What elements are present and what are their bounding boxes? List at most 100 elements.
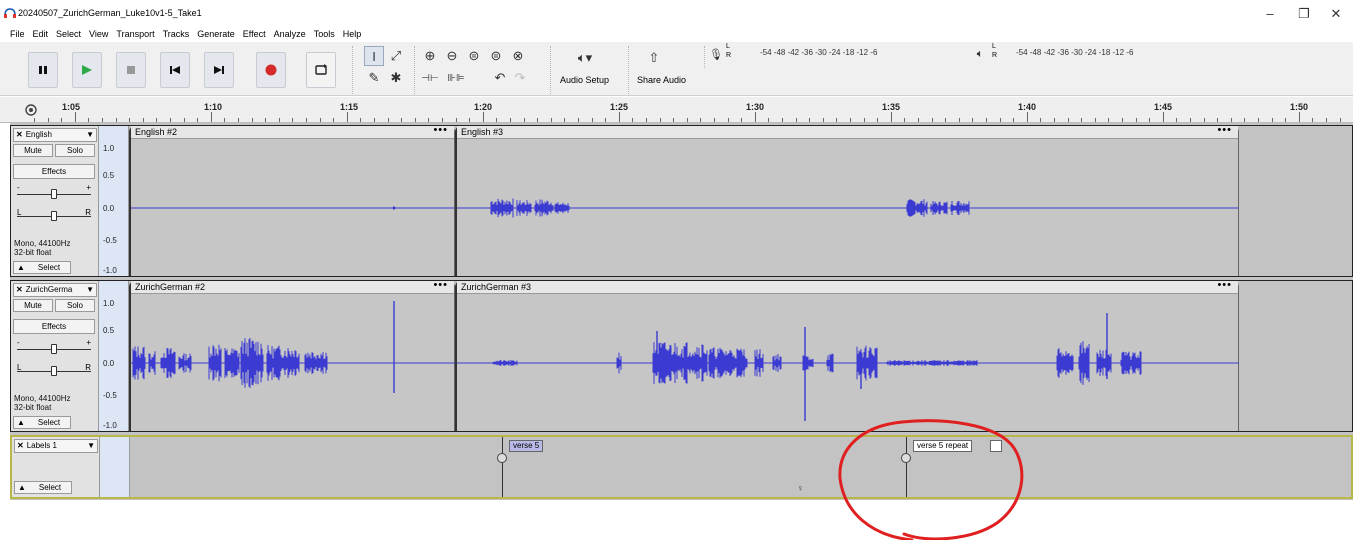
record-meter-scale[interactable]: -54 -48 -42 -36 -30 -24 -18 -12 -6 xyxy=(760,48,877,57)
track-name-menu[interactable]: ✕ ZurichGerma ▼ xyxy=(13,283,97,297)
draw-tool-button[interactable]: ✎ xyxy=(364,68,384,88)
select-track-button[interactable]: ▲ Select xyxy=(13,261,71,274)
zoom-out-button[interactable]: ⊖ xyxy=(442,46,462,66)
pan-slider-thumb[interactable] xyxy=(51,211,57,221)
vertical-ruler[interactable]: 1.0 0.5 0.0 -0.5 -1.0 xyxy=(99,281,129,431)
effects-button[interactable]: Effects xyxy=(13,319,95,334)
audio-setup-button[interactable]: 🔈︎▾ xyxy=(568,48,602,68)
audio-clip[interactable]: English #2 ••• xyxy=(129,124,455,276)
menu-tools[interactable]: Tools xyxy=(310,27,339,41)
waveform xyxy=(457,198,1239,218)
fit-selection-button[interactable]: ⊜ xyxy=(464,46,484,66)
clip-title-bar[interactable]: English #3 ••• xyxy=(457,124,1238,139)
silence-button[interactable]: ⊪⊫ xyxy=(446,68,466,88)
label-track[interactable]: ✕ Labels 1 ▼ ▲ Select verse 5 verse 5 repe… xyxy=(10,435,1353,499)
skip-to-start-button[interactable] xyxy=(160,52,190,88)
track-name-menu[interactable]: ✕ English ▼ xyxy=(13,128,97,142)
pan-slider-thumb[interactable] xyxy=(51,366,57,376)
ruler-label: 1:45 xyxy=(1154,102,1173,112)
envelope-tool-button[interactable]: ⤢ xyxy=(386,46,406,66)
zoom-in-button[interactable]: ⊕ xyxy=(420,46,440,66)
clip-title-bar[interactable]: ZurichGerman #3 ••• xyxy=(457,279,1238,294)
select-track-button[interactable]: ▲ Select xyxy=(14,481,72,494)
menu-select[interactable]: Select xyxy=(52,27,85,41)
menu-file[interactable]: File xyxy=(6,27,29,41)
play-button[interactable] xyxy=(72,52,102,88)
ruler-tick xyxy=(333,118,334,122)
gain-slider-thumb[interactable] xyxy=(51,344,57,354)
clip-menu-button[interactable]: ••• xyxy=(1217,124,1232,136)
scale-label: 1.0 xyxy=(103,144,115,153)
audio-clip[interactable]: ZurichGerman #2 ••• xyxy=(129,279,455,431)
minimize-button[interactable]: – xyxy=(1258,7,1282,21)
close-button[interactable]: ✕ xyxy=(1324,7,1348,21)
maximize-button[interactable]: ❐ xyxy=(1292,7,1316,21)
ruler-tick xyxy=(1122,118,1123,122)
playback-meter-button[interactable]: 🔈︎ xyxy=(970,44,990,64)
ruler-tick xyxy=(1340,118,1341,122)
solo-button[interactable]: Solo xyxy=(55,299,95,312)
pan-slider[interactable]: L R xyxy=(15,208,93,222)
label-handle-icon[interactable] xyxy=(497,453,507,463)
menu-tracks[interactable]: Tracks xyxy=(159,27,194,41)
trim-outside-button[interactable]: ⊣⊢ xyxy=(420,68,440,88)
menu-transport[interactable]: Transport xyxy=(112,27,158,41)
edit-toolbar xyxy=(414,46,415,94)
ruler-tick xyxy=(1326,118,1327,122)
clip-title-bar[interactable]: English #2 ••• xyxy=(131,124,454,139)
loop-button[interactable] xyxy=(306,52,336,88)
clip-menu-button[interactable]: ••• xyxy=(433,279,448,291)
clip-menu-button[interactable]: ••• xyxy=(1217,279,1232,291)
mouse-pointer-icon: ♀ xyxy=(797,483,804,493)
vertical-ruler[interactable]: 1.0 0.5 0.0 -0.5 -1.0 xyxy=(99,126,129,276)
timeline-options-icon[interactable] xyxy=(24,103,38,117)
mute-button[interactable]: Mute xyxy=(13,299,53,312)
effects-button[interactable]: Effects xyxy=(13,164,95,179)
select-track-button[interactable]: ▲ Select xyxy=(13,416,71,429)
gain-slider[interactable]: - + xyxy=(15,338,93,355)
scale-label: 0.5 xyxy=(103,326,115,335)
label-text-box[interactable]: verse 5 xyxy=(509,440,544,452)
menu-help[interactable]: Help xyxy=(339,27,366,41)
gain-slider[interactable]: - + xyxy=(15,183,93,200)
audio-clip[interactable]: ZurichGerman #3 ••• xyxy=(455,279,1239,431)
record-button[interactable] xyxy=(256,52,286,88)
ruler-tick xyxy=(1149,118,1150,122)
ruler-tick xyxy=(61,118,62,122)
zoom-toggle-button[interactable]: ⊗ xyxy=(508,46,528,66)
share-audio-button[interactable]: ⇧ xyxy=(644,48,664,68)
selection-tool-button[interactable]: I xyxy=(364,46,384,66)
pan-slider[interactable]: L R xyxy=(15,363,93,377)
stop-button[interactable] xyxy=(116,52,146,88)
audio-clip[interactable]: English #3 ••• xyxy=(455,124,1239,276)
pause-button[interactable] xyxy=(28,52,58,88)
close-track-icon[interactable]: ✕ xyxy=(16,285,23,294)
undo-button[interactable]: ↶ xyxy=(490,68,510,88)
clip-title-bar[interactable]: ZurichGerman #2 ••• xyxy=(131,279,454,294)
menu-view[interactable]: View xyxy=(85,27,112,41)
ruler-tick xyxy=(428,118,429,122)
menu-analyze[interactable]: Analyze xyxy=(270,27,310,41)
fit-project-button[interactable]: ⊜ xyxy=(486,46,506,66)
play-meter-scale[interactable]: -54 -48 -42 -36 -30 -24 -18 -12 -6 xyxy=(1016,48,1133,57)
menu-generate[interactable]: Generate xyxy=(193,27,239,41)
skip-to-end-button[interactable] xyxy=(204,52,234,88)
ruler-tick xyxy=(836,118,837,122)
audio-track-zurichgerman[interactable]: ✕ ZurichGerma ▼ Mute Solo Effects - + L R… xyxy=(10,279,1353,432)
audio-track-english[interactable]: ✕ English ▼ Mute Solo Effects - + L R Mon… xyxy=(10,124,1353,277)
menu-edit[interactable]: Edit xyxy=(29,27,53,41)
close-track-icon[interactable]: ✕ xyxy=(16,130,23,139)
record-meter-button[interactable]: 🎙︎ xyxy=(706,44,726,64)
label-track-name-menu[interactable]: ✕ Labels 1 ▼ xyxy=(14,439,98,453)
mute-button[interactable]: Mute xyxy=(13,144,53,157)
ruler-tick xyxy=(945,118,946,122)
menu-effect[interactable]: Effect xyxy=(239,27,270,41)
redo-button[interactable]: ↷ xyxy=(510,68,530,88)
close-track-icon[interactable]: ✕ xyxy=(17,441,24,450)
solo-button[interactable]: Solo xyxy=(55,144,95,157)
clip-menu-button[interactable]: ••• xyxy=(433,124,448,136)
gain-slider-thumb[interactable] xyxy=(51,189,57,199)
timeline-ruler[interactable]: 1:05 1:10 1:15 1:20 1:25 1:30 1:35 1:40 … xyxy=(0,97,1353,123)
ruler-tick xyxy=(632,118,633,122)
multi-tool-button[interactable]: ✱ xyxy=(386,68,406,88)
